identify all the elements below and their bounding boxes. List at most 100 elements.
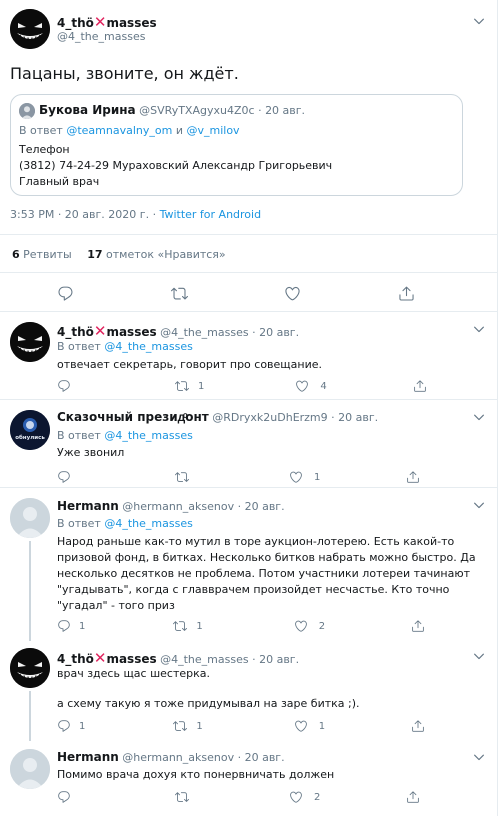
reply-text-line: призовой фонд, в битках. Несколько битко… <box>57 551 476 564</box>
share-icon[interactable] <box>411 619 425 633</box>
reply-icon[interactable] <box>57 470 71 484</box>
blue-crest-avatar-icon <box>10 410 50 450</box>
reply-header: 4_thö✕masses @4_the_masses · 20 авг. <box>57 322 299 340</box>
tweet-text: Пацаны, звоните, он ждёт. <box>10 64 239 83</box>
author-handle[interactable]: @hermann_aksenov <box>122 500 234 513</box>
avatar[interactable] <box>10 648 50 688</box>
avatar[interactable]: обнулись <box>10 410 50 450</box>
reply-text: отвечает секретарь, говорит про совещани… <box>57 358 323 371</box>
quoted-text: Телефон (3812) 74-24-29 Мураховский Алек… <box>19 142 332 190</box>
like-icon[interactable] <box>284 285 301 302</box>
chevron-down-icon[interactable] <box>472 322 486 336</box>
like-icon[interactable] <box>294 719 308 733</box>
author-name-part[interactable]: masses <box>106 325 156 339</box>
reply-tweet[interactable]: 4_thö✕masses @4_the_masses · 20 авг. В о… <box>0 313 498 400</box>
retweet-icon[interactable] <box>175 379 189 393</box>
reply-date[interactable]: 20 авг. <box>338 411 378 424</box>
reply-date[interactable]: 20 авг. <box>259 326 299 339</box>
quoted-date: 20 авг. <box>265 104 306 117</box>
reply-icon[interactable] <box>57 790 71 804</box>
reply-icon[interactable] <box>57 285 74 302</box>
share-icon[interactable] <box>398 285 415 302</box>
reply-tweet[interactable]: Hermann @hermann_aksenov · 20 авг. В отв… <box>0 489 498 641</box>
quoted-reply-context: В ответ @teamnavalny_om и @v_milov <box>19 124 240 137</box>
retweet-icon[interactable] <box>175 470 189 484</box>
user-silhouette-icon <box>19 103 35 119</box>
avatar[interactable] <box>10 322 50 362</box>
reply-to-link[interactable]: @4_the_masses <box>104 429 192 442</box>
reply-to-link[interactable]: @4_the_masses <box>104 517 192 530</box>
reply-prefix: В ответ <box>57 340 101 353</box>
reply-to-link[interactable]: @v_milov <box>186 124 239 137</box>
reply-tweet[interactable]: 4_thö✕masses @4_the_masses · 20 авг. вра… <box>0 640 498 741</box>
avatar[interactable] <box>10 498 50 538</box>
reply-icon[interactable] <box>57 619 71 633</box>
retweet-icon[interactable] <box>171 285 188 302</box>
avatar[interactable] <box>10 749 50 789</box>
reply-date[interactable]: 20 авг. <box>259 653 299 666</box>
tweet-meta: 3:53 PM · 20 авг. 2020 г. · Twitter for … <box>10 208 261 221</box>
author-handle[interactable]: @4_the_masses <box>57 30 145 43</box>
author-name-part[interactable]: 4_thö <box>57 325 94 339</box>
author-name[interactable]: 4_thö✕masses <box>57 12 157 31</box>
reply-icon[interactable] <box>57 719 71 733</box>
share-icon[interactable] <box>411 719 425 733</box>
author-handle[interactable]: @RDryxk2uDhErzm9 <box>212 411 327 424</box>
like-icon[interactable] <box>294 619 308 633</box>
cross-mark-icon: ✕ <box>93 13 107 31</box>
likes-stat[interactable]: 17 отметок «Нравится» <box>87 248 225 261</box>
chevron-down-icon[interactable] <box>472 410 486 424</box>
reply-date[interactable]: 20 авг. <box>245 751 285 764</box>
author-name-part[interactable]: masses <box>106 652 156 666</box>
author-name-part: masses <box>106 16 157 30</box>
separator: · <box>252 653 256 666</box>
reply-tweet[interactable]: Hermann @hermann_aksenov · 20 авг. Помим… <box>0 741 498 816</box>
reply-tweet[interactable]: обнулись Сказочный президͦонт @RDryxk2uD… <box>0 401 498 488</box>
reply-to-link[interactable]: @4_the_masses <box>104 340 192 353</box>
author-name[interactable]: Hermann <box>57 499 119 513</box>
author-name[interactable]: Сказочный президͦонт <box>57 410 209 424</box>
retweet-icon[interactable] <box>175 790 189 804</box>
reply-icon[interactable] <box>57 379 71 393</box>
avatar[interactable] <box>10 9 50 49</box>
retweet-icon[interactable] <box>173 719 187 733</box>
reply-to-link[interactable]: @teamnavalny_om <box>66 124 172 137</box>
source-link[interactable]: Twitter for Android <box>160 208 262 221</box>
reply-text-line: Народ раньше как-то мутил в торе аукцион… <box>57 535 455 548</box>
scrollbar[interactable] <box>498 0 503 816</box>
chevron-down-icon[interactable] <box>472 498 486 512</box>
share-icon[interactable] <box>406 790 420 804</box>
chevron-down-icon[interactable] <box>472 750 486 764</box>
action-bar: 1 <box>57 470 420 484</box>
reply-date[interactable]: 20 авг. <box>245 500 285 513</box>
reply-text: Народ раньше как-то мутил в торе аукцион… <box>57 534 476 614</box>
share-icon[interactable] <box>406 470 420 484</box>
separator: · <box>252 326 256 339</box>
cross-mark-icon: ✕ <box>93 322 107 340</box>
like-icon[interactable] <box>295 379 309 393</box>
like-icon[interactable] <box>289 470 303 484</box>
retweet-icon[interactable] <box>173 619 187 633</box>
chevron-down-icon[interactable] <box>472 649 486 663</box>
author-name-part[interactable]: 4_thö <box>57 652 94 666</box>
reply-text: Уже звонил <box>57 446 125 459</box>
separator: · <box>237 500 242 513</box>
quoted-tweet[interactable]: Букова Ирина @SVRyTXAgyxu4Z0c · 20 авг. … <box>10 94 463 196</box>
author-name[interactable]: Hermann <box>57 750 119 764</box>
timestamp[interactable]: 3:53 PM · 20 авг. 2020 г. · <box>10 208 160 221</box>
reply-prefix: В ответ <box>57 429 101 442</box>
author-handle[interactable]: @4_the_masses <box>160 653 248 666</box>
retweets-stat[interactable]: 6 Ретвиты <box>12 248 72 261</box>
chevron-down-icon[interactable] <box>472 14 486 28</box>
likes-count: 17 <box>87 248 103 261</box>
author-handle[interactable]: @hermann_aksenov <box>122 751 234 764</box>
main-tweet: 4_thö✕masses @4_the_masses Пацаны, звони… <box>0 0 498 312</box>
like-count: 2 <box>314 791 321 803</box>
reply-context: В ответ @4_the_masses <box>57 429 193 442</box>
like-icon[interactable] <box>289 790 303 804</box>
retweets-label: Ретвиты <box>23 248 72 261</box>
action-bar: 1 4 <box>57 379 427 393</box>
retweets-count: 6 <box>12 248 20 261</box>
author-handle[interactable]: @4_the_masses <box>160 326 248 339</box>
share-icon[interactable] <box>413 379 427 393</box>
